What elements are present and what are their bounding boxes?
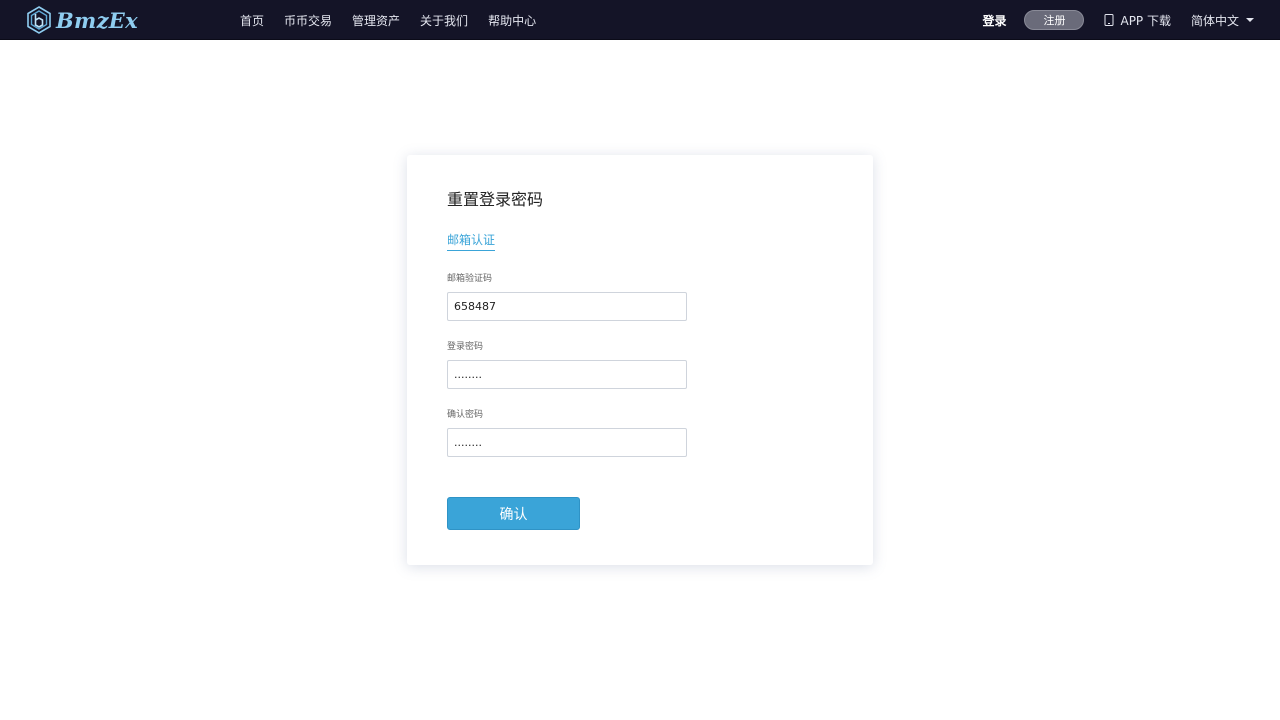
register-button[interactable]: 注册 (1024, 10, 1085, 30)
nav-spot-trading[interactable]: 币币交易 (274, 12, 342, 29)
confirm-password-input[interactable] (447, 428, 687, 457)
email-code-input[interactable] (447, 292, 687, 321)
nav-about[interactable]: 关于我们 (410, 12, 478, 29)
confirm-button[interactable]: 确认 (447, 497, 580, 530)
main-nav: 首页 币币交易 管理资产 关于我们 帮助中心 (230, 0, 546, 40)
nav-home[interactable]: 首页 (230, 12, 274, 29)
brand-logo[interactable]: BmzEx (26, 6, 138, 34)
tab-email-verification[interactable]: 邮箱认证 (447, 231, 496, 251)
header-actions: 登录 注册 APP 下载 简体中文 (982, 0, 1280, 40)
language-label: 简体中文 (1190, 13, 1239, 28)
top-navbar: BmzEx 首页 币币交易 管理资产 关于我们 帮助中心 登录 注册 APP 下… (0, 0, 1280, 40)
reset-password-card: 重置登录密码 邮箱认证 邮箱验证码 登录密码 确认密码 确认 (407, 155, 873, 565)
nav-assets[interactable]: 管理资产 (342, 12, 410, 29)
password-label: 登录密码 (447, 342, 484, 352)
login-link[interactable]: 登录 (982, 12, 1006, 29)
nav-help-center[interactable]: 帮助中心 (478, 12, 546, 29)
brand-name: BmzEx (56, 7, 138, 33)
caret-down-icon (1246, 18, 1254, 22)
brand-logo-icon (27, 6, 51, 34)
app-download-label: APP 下载 (1120, 13, 1171, 28)
page-title: 重置登录密码 (447, 190, 544, 209)
password-input[interactable] (447, 360, 687, 389)
email-code-label: 邮箱验证码 (447, 274, 493, 284)
app-download-link[interactable]: APP 下载 (1104, 12, 1171, 29)
phone-icon (1104, 14, 1114, 26)
language-selector[interactable]: 简体中文 (1191, 12, 1254, 29)
confirm-password-label: 确认密码 (447, 410, 484, 420)
